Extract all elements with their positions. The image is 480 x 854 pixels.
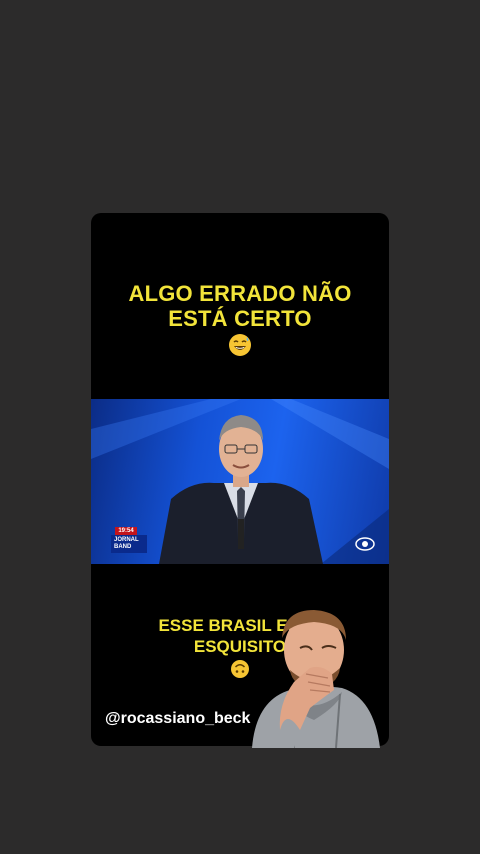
band-channel-logo-icon (355, 537, 375, 551)
creator-handle[interactable]: @rocassiano_beck (105, 710, 250, 728)
headline-line-1: ALGO ERRADO NÃO (128, 281, 352, 306)
video-frame[interactable]: 19:54 JORNAL BAND (91, 399, 389, 564)
facepalm-avatar-sticker (252, 610, 380, 748)
headline-text: ALGO ERRADO NÃO ESTÁ CERTO (91, 281, 389, 357)
program-logo-line-1: JORNAL (114, 537, 139, 543)
program-logo-line-2: BAND (114, 544, 132, 550)
channel-bug: 19:54 JORNAL BAND (111, 527, 147, 553)
upside-down-face-emoji-icon (231, 660, 249, 678)
clock-label: 19:54 (115, 527, 137, 535)
grinning-sweat-emoji-icon (229, 334, 251, 356)
program-logo: JORNAL BAND (111, 535, 147, 553)
headline-line-2: ESTÁ CERTO (168, 306, 312, 331)
